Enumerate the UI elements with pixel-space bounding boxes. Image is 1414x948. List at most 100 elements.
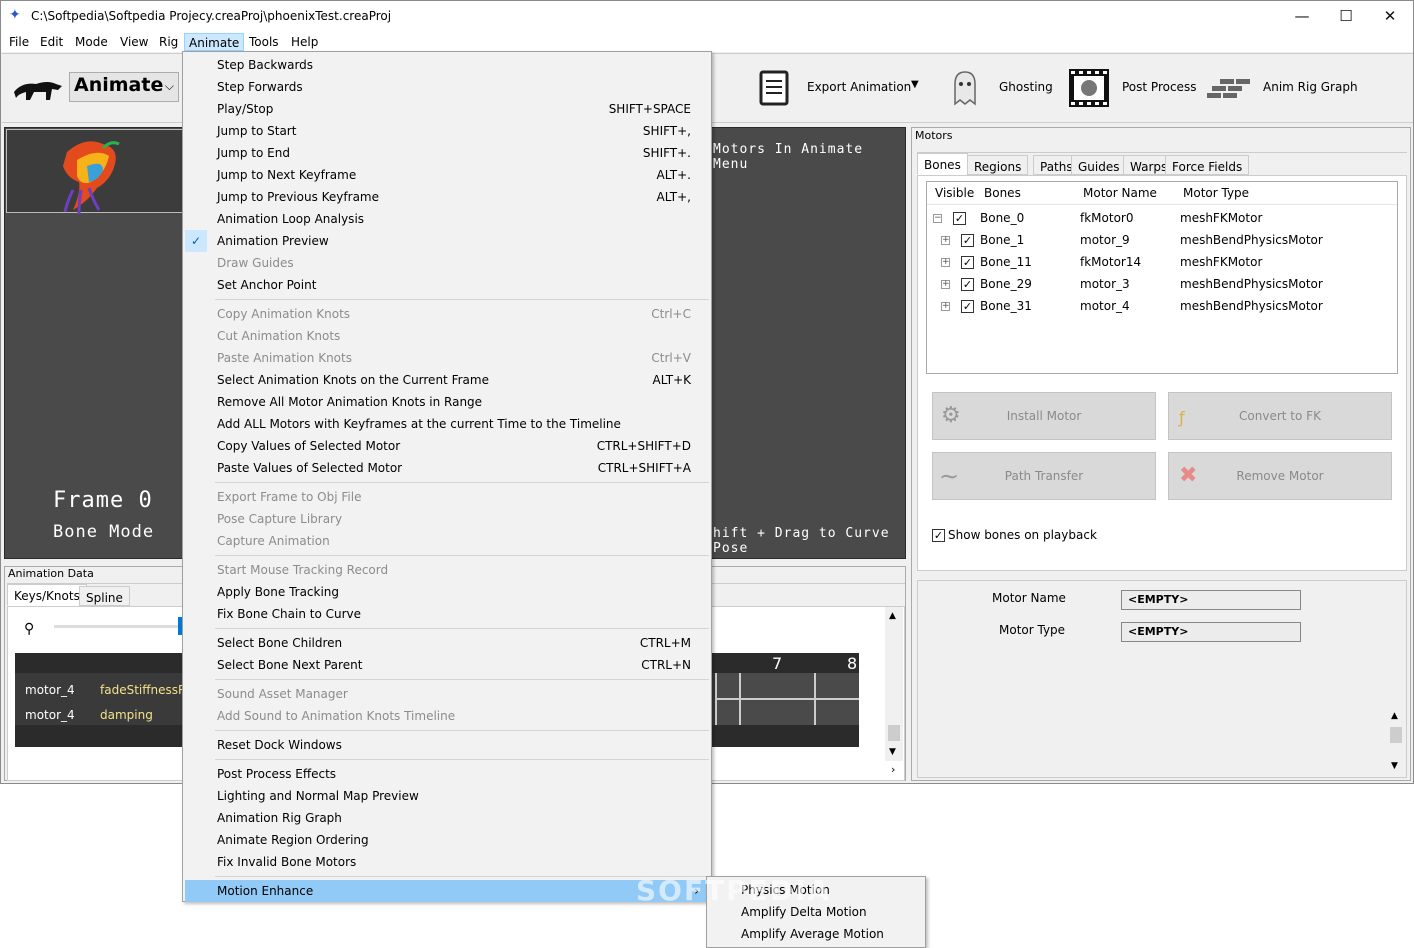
scroll-down-icon[interactable]: ▼ [1391, 761, 1398, 771]
menu-edit[interactable]: Edit [36, 33, 67, 51]
scroll-up-icon[interactable]: ▲ [1391, 711, 1398, 721]
post-process-button[interactable]: Post Process [1122, 80, 1196, 94]
visible-checkbox[interactable]: ✓ [953, 212, 966, 225]
table-row[interactable]: + ✓ Bone_31 motor_4 meshBendPhysicsMotor [927, 296, 1397, 318]
menu-item-animation-loop-analysis[interactable]: Animation Loop Analysis [185, 208, 709, 230]
menu-item-apply-bone-tracking[interactable]: Apply Bone Tracking [185, 581, 709, 603]
menu-item-cut-animation-knots[interactable]: Cut Animation Knots [185, 325, 709, 347]
show-bones-checkbox[interactable]: ✓ [932, 529, 945, 542]
export-animation-button[interactable]: Export Animation [807, 80, 911, 94]
menu-item-add-sound-to-animation-knots-timeline[interactable]: Add Sound to Animation Knots Timeline [185, 705, 709, 727]
menu-item-post-process-effects[interactable]: Post Process Effects [185, 763, 709, 785]
timeline-vertical-scrollbar[interactable]: ▲ ▼ [885, 607, 903, 761]
ghosting-button[interactable]: Ghosting [999, 80, 1053, 94]
menu-item-fix-invalid-bone-motors[interactable]: Fix Invalid Bone Motors [185, 851, 709, 873]
menu-item-animate-region-ordering[interactable]: Animate Region Ordering [185, 829, 709, 851]
expand-icon[interactable]: + [941, 258, 950, 267]
menu-item-draw-guides[interactable]: Draw Guides [185, 252, 709, 274]
visible-checkbox[interactable]: ✓ [961, 300, 974, 313]
visible-checkbox[interactable]: ✓ [961, 234, 974, 247]
tab-regions[interactable]: Regions [967, 155, 1029, 175]
menu-item-step-forwards[interactable]: Step Forwards [185, 76, 709, 98]
menu-item-remove-all-motor-animation-knots-in-range[interactable]: Remove All Motor Animation Knots in Rang… [185, 391, 709, 413]
maximize-button[interactable]: ☐ [1323, 1, 1369, 31]
properties-scrollbar[interactable]: ▲ ▼ [1388, 711, 1404, 775]
menu-rig[interactable]: Rig [155, 33, 182, 51]
menu-item-start-mouse-tracking-record[interactable]: Start Mouse Tracking Record [185, 559, 709, 581]
scroll-up-icon[interactable]: ▲ [889, 611, 896, 621]
visible-checkbox[interactable]: ✓ [961, 278, 974, 291]
menu-item-sound-asset-manager[interactable]: Sound Asset Manager [185, 683, 709, 705]
menu-item-motion-enhance[interactable]: Motion Enhance › [185, 880, 709, 902]
menu-tools[interactable]: Tools [245, 33, 283, 51]
convert-to-fk-button[interactable]: ƒ Convert to FK [1168, 392, 1392, 440]
path-transfer-button[interactable]: ∼ Path Transfer [932, 452, 1156, 500]
menu-item-step-backwards[interactable]: Step Backwards [185, 54, 709, 76]
scroll-down-icon[interactable]: ▼ [889, 747, 896, 757]
menu-item-set-anchor-point[interactable]: Set Anchor Point [185, 274, 709, 296]
phoenix-thumbnail[interactable] [6, 129, 184, 215]
film-icon[interactable] [1068, 68, 1110, 108]
expand-icon[interactable]: + [941, 302, 950, 311]
menu-help[interactable]: Help [287, 33, 322, 51]
menu-item-jump-to-start[interactable]: Jump to Start SHIFT+, [185, 120, 709, 142]
visible-checkbox[interactable]: ✓ [961, 256, 974, 269]
anim-rig-graph-button[interactable]: Anim Rig Graph [1263, 80, 1358, 94]
table-row[interactable]: − ✓ Bone_0 fkMotor0 meshFKMotor [927, 208, 1397, 230]
remove-motor-button[interactable]: ✖ Remove Motor [1168, 452, 1392, 500]
menu-item-jump-to-next-keyframe[interactable]: Jump to Next Keyframe ALT+. [185, 164, 709, 186]
menu-item-capture-animation[interactable]: Capture Animation [185, 530, 709, 552]
tab-spline[interactable]: Spline [79, 586, 130, 606]
motor-name-field[interactable]: <EMPTY> [1121, 590, 1301, 610]
zoom-slider-track[interactable] [54, 625, 184, 628]
menu-item-fix-bone-chain-to-curve[interactable]: Fix Bone Chain to Curve [185, 603, 709, 625]
menu-item-select-bone-next-parent[interactable]: Select Bone Next Parent CTRL+N [185, 654, 709, 676]
menu-item-play-stop[interactable]: Play/Stop SHIFT+SPACE [185, 98, 709, 120]
motor-type-field[interactable]: <EMPTY> [1121, 622, 1301, 642]
menu-item-copy-animation-knots[interactable]: Copy Animation Knots Ctrl+C [185, 303, 709, 325]
menu-item-animation-rig-graph[interactable]: Animation Rig Graph [185, 807, 709, 829]
rig-graph-icon[interactable] [1206, 78, 1254, 100]
column-header-motor-name[interactable]: Motor Name [1083, 186, 1157, 200]
menu-mode[interactable]: Mode [71, 33, 112, 51]
menu-item-reset-dock-windows[interactable]: Reset Dock Windows [185, 734, 709, 756]
menu-item-pose-capture-library[interactable]: Pose Capture Library [185, 508, 709, 530]
close-button[interactable]: ✕ [1367, 1, 1413, 31]
minimize-button[interactable]: — [1279, 1, 1325, 31]
menu-file[interactable]: File [5, 33, 33, 51]
tab-bones[interactable]: Bones [917, 153, 968, 175]
bones-tree[interactable]: Visible Bones Motor Name Motor Type − ✓ … [926, 181, 1398, 374]
export-dropdown-arrow-icon[interactable]: ▼ [911, 79, 919, 90]
menu-item-jump-to-previous-keyframe[interactable]: Jump to Previous Keyframe ALT+, [185, 186, 709, 208]
tab-keys-knots[interactable]: Keys/Knots [7, 584, 87, 606]
table-row[interactable]: + ✓ Bone_29 motor_3 meshBendPhysicsMotor [927, 274, 1397, 296]
expand-icon[interactable]: + [941, 280, 950, 289]
export-document-icon[interactable] [758, 70, 792, 106]
collapse-icon[interactable]: − [933, 214, 942, 223]
menu-item-copy-values-of-selected-motor[interactable]: Copy Values of Selected Motor CTRL+SHIFT+… [185, 435, 709, 457]
table-row[interactable]: + ✓ Bone_11 fkMotor14 meshFKMotor [927, 252, 1397, 274]
menu-item-animation-preview[interactable]: ✓ Animation Preview [185, 230, 709, 252]
table-row[interactable]: + ✓ Bone_1 motor_9 meshBendPhysicsMotor [927, 230, 1397, 252]
ghost-icon[interactable] [947, 68, 981, 106]
menu-view[interactable]: View [116, 33, 152, 51]
menu-item-export-frame-to-obj-file[interactable]: Export Frame to Obj File [185, 486, 709, 508]
tab-force-fields[interactable]: Force Fields [1165, 155, 1250, 175]
column-header-visible[interactable]: Visible [935, 186, 974, 200]
menu-item-paste-animation-knots[interactable]: Paste Animation Knots Ctrl+V [185, 347, 709, 369]
install-motor-button[interactable]: ⚙ Install Motor [932, 392, 1156, 440]
menu-item-select-animation-knots-on-the-current-frame[interactable]: Select Animation Knots on the Current Fr… [185, 369, 709, 391]
zoom-icon[interactable]: ⚲ [24, 621, 34, 637]
menu-item-jump-to-end[interactable]: Jump to End SHIFT+. [185, 142, 709, 164]
scroll-right-icon[interactable]: › [891, 763, 895, 776]
menu-item-add-all-motors-with-keyframes-at-the-current-time-to-the-timeline[interactable]: Add ALL Motors with Keyframes at the cur… [185, 413, 709, 435]
tab-guides[interactable]: Guides [1071, 155, 1127, 175]
column-header-motor-type[interactable]: Motor Type [1183, 186, 1249, 200]
menu-item-paste-values-of-selected-motor[interactable]: Paste Values of Selected Motor CTRL+SHIFT… [185, 457, 709, 479]
menu-item-lighting-and-normal-map-preview[interactable]: Lighting and Normal Map Preview [185, 785, 709, 807]
menu-animate[interactable]: Animate [184, 33, 245, 51]
expand-icon[interactable]: + [941, 236, 950, 245]
menu-item-amplify-average-motion[interactable]: Amplify Average Motion [741, 923, 884, 945]
column-header-bones[interactable]: Bones [984, 186, 1021, 200]
menu-item-select-bone-children[interactable]: Select Bone Children CTRL+M [185, 632, 709, 654]
